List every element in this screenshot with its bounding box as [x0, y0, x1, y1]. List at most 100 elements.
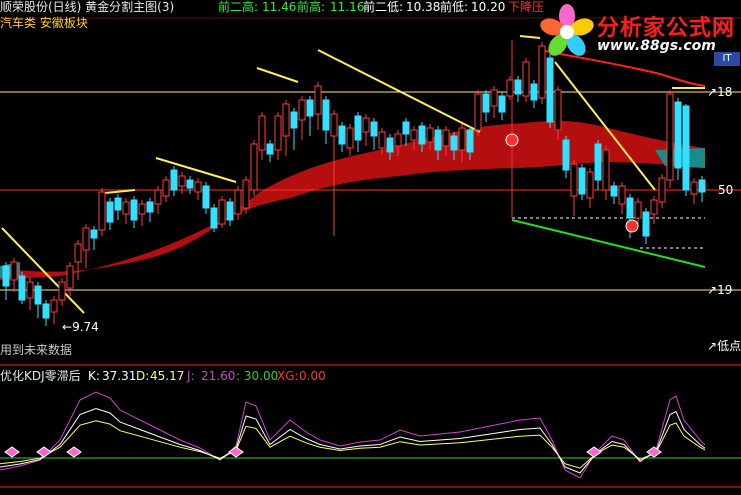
candlesticks: [2, 42, 706, 326]
candle-body: [442, 129, 450, 147]
candle-body: [362, 117, 370, 133]
stat-label-1: 前二高:: [218, 0, 259, 14]
candle-body: [506, 79, 514, 97]
right-low-marker: ↗低点: [707, 339, 741, 353]
price-mark-50: 50: [718, 183, 734, 197]
candle-body: [194, 181, 202, 193]
candle-body: [674, 101, 682, 169]
candle-body: [2, 265, 10, 287]
candle-body: [298, 99, 306, 121]
badge: IT: [714, 52, 740, 66]
candle-body: [586, 171, 594, 199]
ball-marker: [625, 219, 639, 233]
candle-body: [602, 149, 610, 191]
kdj-xg-label: XG:: [277, 369, 299, 383]
stat-label-3: 前二低:: [363, 0, 404, 14]
candle-body: [530, 83, 538, 101]
kdj-title: 优化KDJ零滞后: [0, 369, 81, 383]
candle-body: [698, 179, 706, 193]
stock-chart: [0, 17, 741, 488]
candle-body: [138, 203, 146, 215]
candle-body: [570, 163, 578, 197]
stat-value-3: 10.38: [406, 0, 441, 14]
support-line: [511, 219, 706, 268]
kdj-d-value: 45.17: [150, 369, 185, 383]
kdj-j-line: [0, 391, 706, 479]
candle-body: [546, 57, 554, 123]
candle-body: [666, 93, 674, 181]
candle-body: [258, 115, 266, 151]
ball-marker: [505, 133, 519, 147]
candle-body: [274, 115, 282, 151]
candle-body: [250, 143, 258, 191]
candle-body: [650, 199, 658, 215]
candle-body: [610, 185, 618, 197]
candle-body: [514, 79, 522, 95]
stat-label-2: 前高:: [297, 0, 326, 14]
candle-body: [466, 129, 474, 153]
candle-body: [306, 99, 314, 117]
candle-body: [106, 201, 114, 223]
kdj-k-label: K:: [88, 369, 100, 383]
kdj-j-value: 21.60: [201, 369, 236, 383]
candle-body: [154, 189, 162, 205]
candle-body: [26, 281, 34, 299]
candle-body: [178, 175, 186, 187]
candle-body: [474, 93, 482, 131]
candle-body: [162, 179, 170, 197]
kdj-ref-value: : 30.00: [236, 369, 279, 383]
candle-body: [458, 127, 466, 151]
kdj-d-line: [0, 420, 706, 469]
stat-value-2: 11.16: [330, 0, 365, 14]
candle-body: [426, 127, 434, 143]
candle-body: [210, 207, 218, 229]
candle-body: [266, 143, 274, 155]
stock-title: 顺荣股份(日线) 黄金分割主图(3): [0, 0, 175, 14]
future-data-note: 用到未来数据: [0, 343, 73, 357]
candle-body: [186, 179, 194, 189]
candle-body: [90, 229, 98, 239]
candle-body: [626, 197, 634, 219]
watermark-url: www.88gs.com: [597, 38, 716, 54]
candle-body: [290, 111, 298, 129]
candle-body: [34, 285, 42, 305]
kdj-j-label: J:: [187, 369, 195, 383]
buy-signal-diamond: [66, 446, 82, 458]
candle-body: [74, 243, 82, 263]
trend-label: 下降压: [508, 0, 545, 14]
candle-body: [354, 115, 362, 141]
candle-body: [498, 95, 506, 113]
candle-body: [66, 265, 74, 289]
candle-body: [242, 179, 250, 209]
stat-value-4: 10.20: [471, 0, 506, 14]
low-mark: ←9.74: [62, 320, 99, 334]
candle-body: [314, 85, 322, 115]
candle-body: [10, 261, 18, 281]
sector-text: 汽车类 安徽板块: [0, 16, 88, 30]
candle-body: [202, 185, 210, 209]
candle-body: [450, 135, 458, 151]
stat-value-1: 11.46: [262, 0, 297, 14]
candle-body: [618, 185, 626, 205]
kdj-lines: [0, 391, 706, 479]
candle-body: [434, 129, 442, 151]
flower-logo-icon: [540, 4, 594, 56]
candle-body: [642, 211, 650, 237]
candle-body: [658, 177, 666, 203]
kdj-signal-markers: [4, 446, 662, 458]
buy-signal-diamond: [4, 446, 20, 458]
candle-body: [42, 303, 50, 319]
candle-body: [282, 103, 290, 137]
candle-body: [18, 275, 26, 301]
candle-body: [218, 199, 226, 225]
candle-body: [562, 139, 570, 171]
kdj-xg-value: 0.00: [299, 369, 326, 383]
candle-body: [370, 121, 378, 137]
candle-body: [634, 201, 642, 219]
kdj-k-line: [0, 407, 706, 474]
candle-body: [170, 169, 178, 191]
candle-body: [394, 133, 402, 147]
candle-body: [482, 93, 490, 113]
candle-body: [690, 181, 698, 195]
candle-body: [322, 99, 330, 131]
